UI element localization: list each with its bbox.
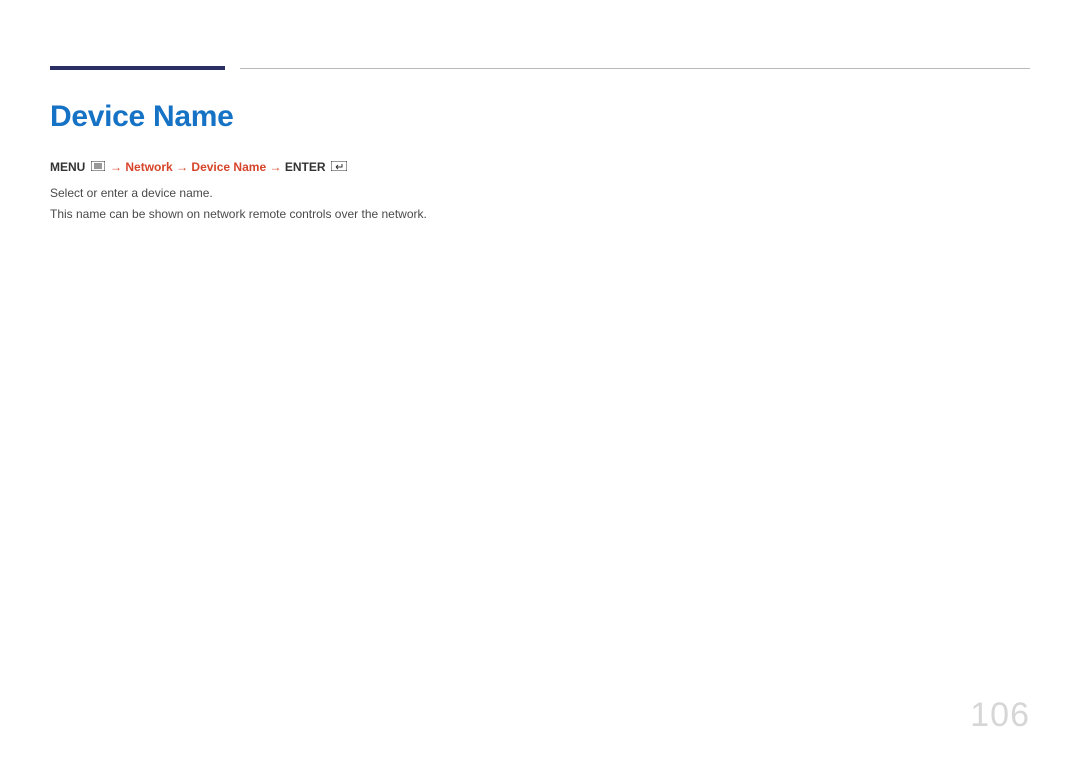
nav-arrow-1: → — [110, 160, 122, 174]
nav-enter-label: ENTER — [285, 160, 326, 174]
header-divider-line — [240, 68, 1030, 69]
body-text-line-2: This name can be shown on network remote… — [50, 205, 1030, 224]
nav-arrow-2: → — [176, 160, 188, 174]
page-content: Device Name MENU → Network → Device Name… — [50, 100, 1030, 227]
nav-menu-label: MENU — [50, 160, 85, 174]
page-number: 106 — [970, 696, 1030, 735]
navigation-path: MENU → Network → Device Name → ENTER — [50, 159, 1030, 176]
enter-icon — [331, 159, 347, 176]
header-accent-bar — [50, 66, 225, 70]
page-header — [50, 66, 1030, 70]
nav-arrow-3: → — [269, 160, 281, 174]
body-text-line-1: Select or enter a device name. — [50, 184, 1030, 203]
nav-path-network: Network — [125, 160, 172, 174]
menu-icon — [91, 159, 105, 176]
nav-path-device-name: Device Name — [191, 160, 266, 174]
section-title: Device Name — [50, 100, 1030, 134]
